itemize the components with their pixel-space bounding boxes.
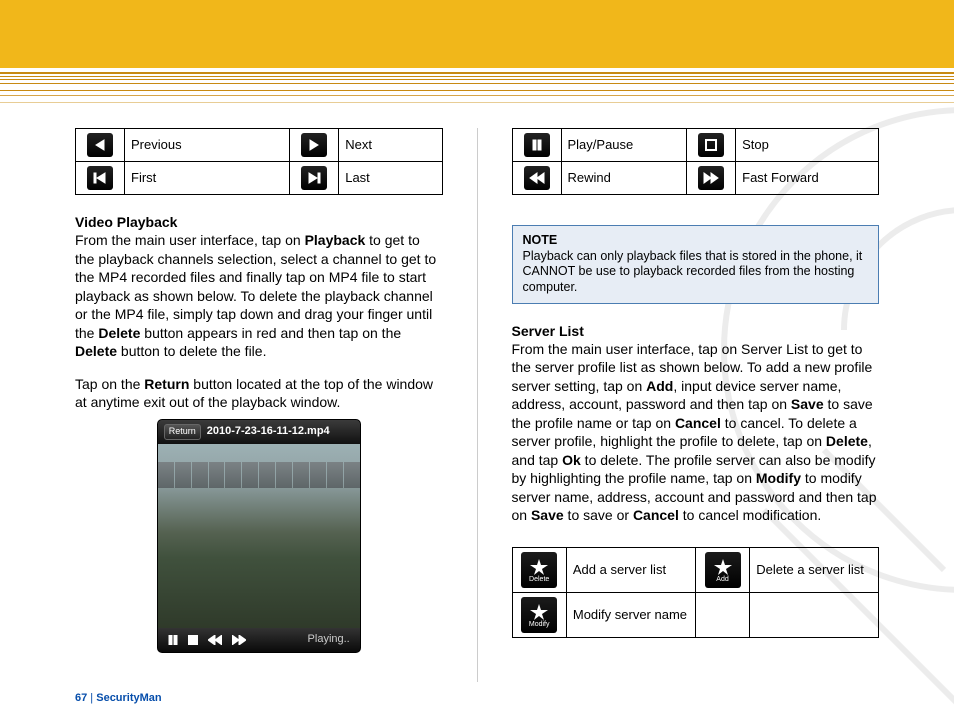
note-box: NOTE Playback can only playback files th… (512, 225, 880, 304)
server-delete-icon: Delete (521, 552, 557, 588)
column-separator (477, 128, 478, 682)
page-number: 67 (75, 692, 87, 704)
phone-return-button: Return (164, 424, 201, 440)
phone-stop-icon (188, 635, 198, 645)
server-list-paragraph: Server List From the main user interface… (512, 322, 880, 525)
phone-filename: 2010-7-23-16-11-12.mp4 (207, 424, 330, 439)
first-icon (87, 166, 113, 190)
next-icon (301, 133, 327, 157)
fast-forward-icon (698, 166, 724, 190)
header-rules (0, 68, 954, 96)
left-column: Previous Next First Last Video Playback (75, 128, 443, 682)
nav-last-label: Last (339, 162, 442, 195)
video-playback-title: Video Playback (75, 214, 177, 230)
header-band (0, 0, 954, 68)
fast-forward-label: Fast Forward (736, 162, 879, 195)
server-list-title: Server List (512, 323, 584, 339)
brand-name: SecurityMan (96, 692, 161, 704)
server-add-icon: Add (705, 552, 741, 588)
server-modify-icon: Modify (521, 597, 557, 633)
video-playback-paragraph-1: Video Playback From the main user interf… (75, 213, 443, 361)
phone-transport-icons (168, 635, 246, 645)
phone-pause-icon (168, 635, 178, 645)
nav-icons-table: Previous Next First Last (75, 128, 443, 195)
playback-icons-table: Play/Pause Stop Rewind Fast Forward (512, 128, 880, 195)
phone-fastforward-icon (232, 635, 246, 645)
phone-status: Playing.. (308, 632, 350, 647)
rewind-icon (524, 166, 550, 190)
phone-rewind-icon (208, 635, 222, 645)
server-add-label: Add a server list (566, 547, 695, 592)
nav-next-label: Next (339, 129, 442, 162)
server-empty-label-cell (750, 592, 879, 637)
phone-screenshot: Return 2010-7-23-16-11-12.mp4 Pla (158, 420, 360, 652)
rewind-label: Rewind (561, 162, 687, 195)
stop-icon (698, 133, 724, 157)
server-empty-icon-cell (695, 592, 749, 637)
phone-video-area (158, 444, 360, 628)
previous-icon (87, 133, 113, 157)
server-delete-label: Delete a server list (750, 547, 879, 592)
nav-previous-label: Previous (125, 129, 290, 162)
video-playback-paragraph-2: Tap on the Return button located at the … (75, 375, 443, 412)
server-icons-table: Delete Add a server list Add Delete a se… (512, 547, 880, 638)
play-pause-icon (524, 133, 550, 157)
play-pause-label: Play/Pause (561, 129, 687, 162)
stop-label: Stop (736, 129, 879, 162)
note-label: NOTE (523, 233, 558, 247)
right-column: Play/Pause Stop Rewind Fast Forward NOTE (512, 128, 880, 682)
nav-first-label: First (125, 162, 290, 195)
page-footer: 67 | SecurityMan (75, 692, 162, 704)
note-text: Playback can only playback files that is… (523, 249, 863, 294)
last-icon (301, 166, 327, 190)
server-modify-label: Modify server name (566, 592, 695, 637)
